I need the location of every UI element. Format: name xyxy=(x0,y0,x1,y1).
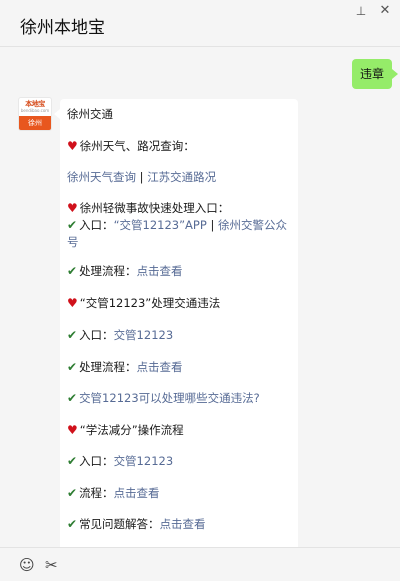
which-violations-link[interactable]: 交管12123可以处理哪些交通违法? xyxy=(79,391,260,405)
pin-icon[interactable]: ⊥ xyxy=(350,2,372,22)
separator: | xyxy=(206,218,218,232)
input-toolbar: ☺ ✂ xyxy=(0,548,400,581)
violation-title: “交管12123”处理交通违法 xyxy=(79,296,221,310)
weather-title-line: ♥ 徐州天气、路况查询： xyxy=(67,138,293,155)
avatar-sub: bendibao.com xyxy=(20,108,50,113)
jiaoguan-link[interactable]: 交管12123 xyxy=(114,328,174,342)
entry-label: 入口： xyxy=(79,454,114,468)
check-icon: ✔ xyxy=(67,454,78,468)
study-title-line: ♥ “学法减分”操作流程 xyxy=(67,422,293,439)
study-title: “学法减分”操作流程 xyxy=(79,423,184,437)
scissors-icon[interactable]: ✂ xyxy=(45,557,58,573)
violation-process-link[interactable]: 点击查看 xyxy=(137,360,183,374)
entry-label: 入口： xyxy=(79,328,114,342)
study-entry-line: ✔ 入口：交管12123 xyxy=(67,453,293,470)
separator: | xyxy=(136,170,148,184)
avatar[interactable]: 本地宝 bendibao.com 徐州 xyxy=(18,97,52,131)
violation-title-line: ♥ “交管12123”处理交通违法 xyxy=(67,295,293,312)
check-icon: ✔ xyxy=(67,264,78,278)
weather-query-link[interactable]: 徐州天气查询 xyxy=(67,170,136,184)
avatar-logo: 本地宝 xyxy=(25,100,45,108)
violation-process-line: ✔ 处理流程：点击查看 xyxy=(67,359,293,376)
process-line: ✔ 处理流程：点击查看 xyxy=(67,263,293,280)
faq-label: 常见问题解答： xyxy=(79,517,160,531)
flow-label: 流程： xyxy=(79,486,114,500)
avatar-city: 徐州 xyxy=(19,116,51,130)
violation-entry-line: ✔ 入口：交管12123 xyxy=(67,327,293,344)
check-icon: ✔ xyxy=(67,218,78,232)
check-icon: ✔ xyxy=(67,360,78,374)
accident-title: 徐州轻微事故快速处理入口： xyxy=(79,201,230,215)
emoji-icon[interactable]: ☺ xyxy=(19,557,35,573)
outgoing-message[interactable]: 违章 xyxy=(352,59,399,89)
violation-which-line: ✔ 交管12123可以处理哪些交通违法? xyxy=(67,390,293,407)
process-label: 处理流程： xyxy=(79,264,137,278)
chat-title: 徐州本地宝 xyxy=(20,18,105,38)
outgoing-message-text: 违章 xyxy=(360,67,385,81)
heart-icon: ♥ xyxy=(67,139,78,153)
check-icon: ✔ xyxy=(67,391,78,405)
faq-link[interactable]: 点击查看 xyxy=(160,517,206,531)
faq-line: ✔ 常见问题解答：点击查看 xyxy=(67,516,293,533)
weather-title: 徐州天气、路况查询： xyxy=(79,139,195,153)
jiaoguan-app-link[interactable]: “交管12123”APP xyxy=(114,218,207,232)
traffic-link[interactable]: 江苏交通路况 xyxy=(147,170,216,184)
check-icon: ✔ xyxy=(67,328,78,342)
heart-icon: ♥ xyxy=(67,423,78,437)
message-header: 徐州交通 xyxy=(67,107,113,121)
heart-icon: ♥ xyxy=(67,296,78,310)
check-icon: ✔ xyxy=(67,486,78,500)
entry-label: 入口： xyxy=(79,218,114,232)
weather-links-line: 徐州天气查询 | 江苏交通路况 xyxy=(67,169,293,186)
chat-messages[interactable]: 违章 本地宝 bendibao.com 徐州 徐州交通 ♥ 徐州天气、路况查询： … xyxy=(0,47,400,581)
process-label: 处理流程： xyxy=(79,360,137,374)
close-icon[interactable]: ✕ xyxy=(374,2,396,22)
process-link[interactable]: 点击查看 xyxy=(137,264,183,278)
accident-entry-line: ✔ 入口：“交管12123”APP | 徐州交警公众号 xyxy=(67,217,293,251)
study-flow-line: ✔ 流程：点击查看 xyxy=(67,485,293,502)
study-jiaoguan-link[interactable]: 交管12123 xyxy=(114,454,174,468)
study-flow-link[interactable]: 点击查看 xyxy=(114,486,160,500)
heart-icon: ♥ xyxy=(67,201,78,215)
accident-title-line: ♥ 徐州轻微事故快速处理入口： xyxy=(67,200,293,217)
title-bar: 徐州本地宝 ⊥ ✕ xyxy=(0,0,400,46)
incoming-message: 徐州交通 ♥ 徐州天气、路况查询： 徐州天气查询 | 江苏交通路况 ♥ 徐州轻微事故… xyxy=(54,99,298,581)
check-icon: ✔ xyxy=(67,517,78,531)
